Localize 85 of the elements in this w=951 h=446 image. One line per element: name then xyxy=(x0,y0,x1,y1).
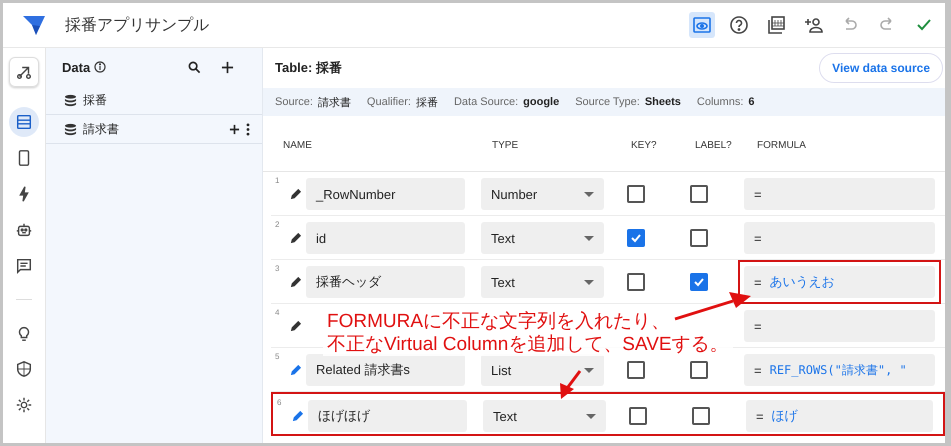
table-title: Table: 採番 xyxy=(275,59,342,77)
copy-icon xyxy=(766,15,786,35)
name-field[interactable]: 採番ヘッダ xyxy=(306,266,465,298)
label-checkbox[interactable] xyxy=(692,407,710,425)
preview-button[interactable] xyxy=(689,12,715,38)
type-dropdown[interactable]: Number xyxy=(481,178,604,210)
pencil-icon[interactable] xyxy=(289,232,302,244)
row-number: 1 xyxy=(274,175,280,185)
arrow xyxy=(560,370,582,399)
caret-icon xyxy=(584,192,594,196)
info-label: Qualifier: xyxy=(366,96,411,108)
caret-icon xyxy=(584,280,594,284)
formula-field[interactable]: = REF_ROWS("請求書", " xyxy=(744,354,935,386)
formula-field[interactable]: = xyxy=(744,178,935,210)
table-icon xyxy=(15,113,33,131)
chat-icon xyxy=(15,257,33,275)
view-data-source-button[interactable]: View data source xyxy=(819,53,943,83)
label-checkbox[interactable] xyxy=(690,185,708,203)
pencil-icon[interactable] xyxy=(289,320,302,332)
pencil-icon[interactable] xyxy=(289,276,302,288)
database-icon xyxy=(64,122,77,136)
formula-text: REF_ROWS("請求書", " xyxy=(770,362,907,378)
column-header: NAME xyxy=(283,140,313,151)
database-icon xyxy=(64,94,77,106)
info-value: google xyxy=(523,96,560,108)
info-icon xyxy=(94,61,106,73)
app-title: 採番アプリサンプル xyxy=(65,16,209,36)
name-field[interactable]: ほげほげ xyxy=(308,400,467,432)
formula-field[interactable]: = xyxy=(744,222,935,254)
formula-text: ほげ xyxy=(772,407,798,425)
row-number: 5 xyxy=(274,351,280,361)
info-label: Source Type: xyxy=(575,96,640,108)
row-number: 2 xyxy=(274,219,280,229)
info-label: Columns: xyxy=(696,96,744,108)
info-value: Sheets xyxy=(644,96,681,108)
table-item[interactable]: 請求書 xyxy=(46,114,262,144)
name-field[interactable]: id xyxy=(306,222,465,254)
annotation-text: FORMURAに不正な文字列を入れたり、 不正なVirtual Columnを追加して、SAVEする。 xyxy=(323,310,733,356)
table-item[interactable]: 採番 xyxy=(46,86,262,114)
formula-field[interactable]: = ほげ xyxy=(746,400,933,432)
info-label: Data Source: xyxy=(454,96,518,108)
shield-icon xyxy=(15,360,33,378)
key-checkbox[interactable] xyxy=(627,361,645,379)
info-label: Source: xyxy=(275,96,313,108)
robot-icon xyxy=(15,221,33,239)
column-header: KEY? xyxy=(631,140,658,151)
caret-icon xyxy=(584,368,594,372)
type-dropdown[interactable]: Text xyxy=(481,266,604,298)
row-number: 6 xyxy=(276,397,282,407)
label-checkbox[interactable] xyxy=(690,273,708,291)
settings-icon xyxy=(15,396,33,414)
key-checkbox[interactable] xyxy=(627,185,645,203)
type-dropdown[interactable]: Text xyxy=(481,222,604,254)
caret-icon xyxy=(586,414,596,418)
add-icon[interactable] xyxy=(229,124,240,134)
pencil-icon[interactable] xyxy=(289,188,302,200)
formula-field[interactable]: = あいうえお xyxy=(744,266,935,298)
table-name: 請求書 xyxy=(83,120,119,138)
name-field[interactable]: Related 請求書s xyxy=(306,354,465,386)
label-checkbox[interactable] xyxy=(690,361,708,379)
info-value: 6 xyxy=(748,96,755,108)
caret-icon xyxy=(584,236,594,240)
info-value: 請求書 xyxy=(318,96,351,110)
type-dropdown[interactable]: Text xyxy=(483,400,606,432)
label-checkbox[interactable] xyxy=(690,229,708,247)
formula-text: あいうえお xyxy=(770,273,835,291)
formula-field[interactable]: = xyxy=(744,310,935,342)
row-number: 3 xyxy=(274,263,280,273)
column-header: FORMULA xyxy=(757,140,807,151)
column-header: LABEL? xyxy=(695,140,733,151)
data-nav-button[interactable] xyxy=(9,107,39,137)
launch-button[interactable] xyxy=(9,57,39,87)
name-field[interactable]: _RowNumber xyxy=(306,178,465,210)
column-header: TYPE xyxy=(492,140,520,151)
help-icon xyxy=(729,15,749,35)
key-checkbox[interactable] xyxy=(629,407,647,425)
type-dropdown[interactable]: List xyxy=(481,354,604,386)
info-value: 採番 xyxy=(416,96,438,110)
preview-icon xyxy=(692,15,712,35)
key-checkbox[interactable] xyxy=(627,229,645,247)
panel-title: Data xyxy=(62,60,90,74)
table-name: 採番 xyxy=(83,92,107,108)
more-icon[interactable] xyxy=(246,122,250,136)
key-checkbox[interactable] xyxy=(627,273,645,291)
row-number: 4 xyxy=(274,307,280,317)
